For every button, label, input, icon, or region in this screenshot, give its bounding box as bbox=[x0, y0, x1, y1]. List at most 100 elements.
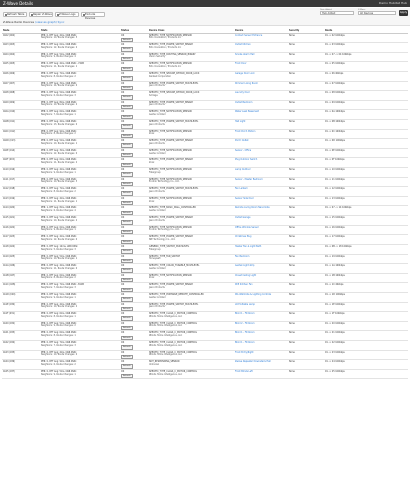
refresh-button[interactable]: Refresh bbox=[121, 268, 133, 273]
device-link[interactable]: Porch Outlet bbox=[235, 139, 249, 142]
device-link[interactable]: Fan Lantern bbox=[235, 187, 248, 190]
device-link[interactable]: Front Porch Motion bbox=[235, 130, 255, 133]
device-link[interactable]: Remote Living Room Nanomote bbox=[235, 206, 270, 210]
view-graph-link[interactable]: (view as graph) bbox=[35, 20, 57, 24]
refresh-button[interactable]: Refresh bbox=[121, 229, 133, 234]
status-text: OK bbox=[121, 91, 125, 95]
hub-name[interactable]: Demo Hubitat Hub bbox=[379, 0, 407, 7]
device-link[interactable]: Hall Light bbox=[235, 120, 245, 123]
device-link[interactable]: Garage Door Lock bbox=[235, 72, 255, 75]
refresh-button[interactable]: Refresh bbox=[121, 210, 133, 215]
refresh-button[interactable]: Refresh bbox=[121, 239, 133, 244]
apply-button[interactable]: Apply bbox=[399, 10, 408, 16]
refresh-table-button[interactable]: Refresh Table bbox=[3, 12, 27, 17]
device-link[interactable]: Blind 1 - FR Room bbox=[235, 331, 254, 335]
refresh-button[interactable]: Refresh bbox=[121, 162, 133, 167]
exclude-devices-button[interactable]: Exclude Devices bbox=[81, 12, 105, 20]
device-link[interactable]: Christmas Plug bbox=[235, 235, 251, 238]
device-link[interactable]: Sensor - Master Bedroom bbox=[235, 178, 263, 181]
device-link[interactable]: Front Entry/Right bbox=[235, 351, 254, 354]
refresh-button[interactable]: Refresh bbox=[121, 354, 133, 359]
refresh-button[interactable]: Refresh bbox=[121, 181, 133, 186]
device-link[interactable]: Smoke Alarm Hall bbox=[235, 53, 254, 56]
repair-zwave-button[interactable]: Repair Z-Wave bbox=[29, 12, 53, 17]
refresh-button[interactable]: Refresh bbox=[121, 258, 133, 263]
device-link[interactable]: Blind 2 - FR Room bbox=[235, 322, 254, 325]
route-cell: 01 -> 12 100kbps bbox=[324, 186, 408, 197]
node-cell: 0x07 (007) bbox=[2, 81, 40, 92]
refresh-button[interactable]: Refresh bbox=[121, 124, 133, 129]
refresh-button[interactable]: Refresh bbox=[121, 172, 133, 177]
refresh-button[interactable]: Refresh bbox=[121, 220, 133, 225]
device-link[interactable]: Wifi Kitchen Fan bbox=[235, 283, 253, 286]
stats-cell: PER: 0, RTT Avg: 8ms, LWR RSSI: Neighbors… bbox=[40, 100, 120, 111]
device-link[interactable]: Front Door bbox=[235, 62, 247, 65]
refresh-button[interactable]: Refresh bbox=[121, 153, 133, 157]
device-link[interactable]: Lamp Outdoor bbox=[235, 168, 251, 171]
refresh-button[interactable]: Refresh bbox=[121, 133, 133, 138]
refresh-button[interactable]: Refresh bbox=[121, 364, 133, 369]
device-link[interactable]: Sensor - Office bbox=[235, 149, 251, 152]
refresh-button[interactable]: Refresh bbox=[121, 201, 133, 206]
node-cell: 0x05 (005) bbox=[2, 61, 40, 72]
device-link[interactable]: Outlet Garage bbox=[235, 216, 250, 219]
node-cell: 0x21 (033) bbox=[2, 330, 40, 341]
device-link[interactable]: Blind 1 - FR Room bbox=[235, 341, 254, 344]
device-cell: Outlet Kitchen bbox=[234, 42, 288, 53]
refresh-button[interactable]: Refresh bbox=[121, 85, 133, 90]
node-id: 0x15 (021) bbox=[3, 216, 16, 220]
device-link[interactable]: Fan Bedroom bbox=[235, 255, 249, 258]
refresh-button[interactable]: Refresh bbox=[121, 374, 133, 378]
zwave-logs-button[interactable]: Z-Wave Logs bbox=[55, 12, 79, 17]
refresh-button[interactable]: Refresh bbox=[121, 95, 133, 100]
refresh-button[interactable]: Refresh bbox=[121, 191, 133, 196]
device-link[interactable]: Dimmer Living Room bbox=[235, 82, 258, 85]
device-link[interactable]: Contact Sensor Entrance bbox=[235, 34, 262, 37]
refresh-button[interactable]: Refresh bbox=[121, 56, 133, 61]
device-link[interactable]: Water Leak Basement bbox=[235, 110, 259, 114]
refresh-button[interactable]: Refresh bbox=[121, 325, 133, 330]
refresh-button[interactable]: Refresh bbox=[121, 66, 133, 71]
device-filter-select[interactable]: All Devices bbox=[358, 11, 396, 15]
device-link[interactable]: Plug Outdoor Switch bbox=[235, 158, 257, 162]
route-value: 01 -> 0B 100kbps bbox=[325, 119, 345, 123]
table-row: 0x1D (029) PER: 0, RTT Avg: 5ms, LWR RSSI… bbox=[2, 292, 408, 303]
device-link[interactable]: Zwave Repeater Downstairs Hall bbox=[235, 360, 271, 363]
refresh-button[interactable]: Refresh bbox=[121, 114, 133, 119]
status-text: OK bbox=[121, 62, 125, 66]
refresh-button[interactable]: Refresh bbox=[121, 104, 133, 109]
refresh-button[interactable]: Refresh bbox=[121, 316, 133, 321]
refresh-button[interactable]: Refresh bbox=[121, 345, 133, 350]
device-link[interactable]: Front Blinds Left bbox=[235, 370, 253, 373]
device-link[interactable]: Closet Ceiling Light bbox=[235, 274, 256, 277]
device-link[interactable]: Outlet Bedroom bbox=[235, 101, 252, 104]
device-class-cell: SPECIFIC_TYPE_CLASS_C_MOTOR_CONTROL iBlin… bbox=[148, 321, 234, 332]
device-link[interactable]: Outlet Kitchen bbox=[235, 43, 251, 46]
device-link[interactable]: WA Wallmote & Lighting Controls bbox=[235, 293, 271, 296]
refresh-button[interactable]: Refresh bbox=[121, 249, 133, 254]
device-link[interactable]: Aeotek Light strip bbox=[235, 264, 254, 267]
device-link[interactable]: Office Window Sensor bbox=[235, 226, 259, 229]
device-link[interactable]: Laundry Door bbox=[235, 91, 250, 94]
device-link[interactable]: LR Endtable Lamp bbox=[235, 303, 255, 306]
device-link[interactable]: Heater Fan & Light Bath bbox=[235, 245, 261, 248]
button-label: Exclude Devices bbox=[85, 13, 96, 20]
route-value: 01 -> 10 100kbps bbox=[325, 168, 345, 172]
security-cell: None bbox=[288, 42, 324, 53]
refresh-button[interactable]: Refresh bbox=[121, 47, 133, 52]
refresh-button[interactable]: Refresh bbox=[121, 76, 133, 81]
refresh-button[interactable]: Refresh bbox=[121, 297, 133, 302]
sync-link[interactable]: Sync bbox=[58, 20, 65, 24]
refresh-button[interactable]: Refresh bbox=[121, 277, 133, 282]
refresh-button[interactable]: Refresh bbox=[121, 306, 133, 311]
refresh-button[interactable]: Refresh bbox=[121, 287, 133, 292]
refresh-button[interactable]: Refresh bbox=[121, 335, 133, 340]
refresh-button[interactable]: Refresh bbox=[121, 143, 133, 148]
table-row: 0x0E (014) PER: 0, RTT Avg: 3ms, LWR RSSI… bbox=[2, 148, 408, 159]
device-link[interactable]: Sensor Side Door bbox=[235, 197, 254, 200]
security-cell: None bbox=[288, 254, 324, 265]
route-cell: 01 -> 06 40kbps bbox=[324, 71, 408, 82]
device-link[interactable]: Blind 1 - FR Room bbox=[235, 312, 254, 315]
refresh-button[interactable]: Refresh bbox=[121, 37, 133, 42]
date-select[interactable]: Hub Added bbox=[320, 11, 354, 15]
